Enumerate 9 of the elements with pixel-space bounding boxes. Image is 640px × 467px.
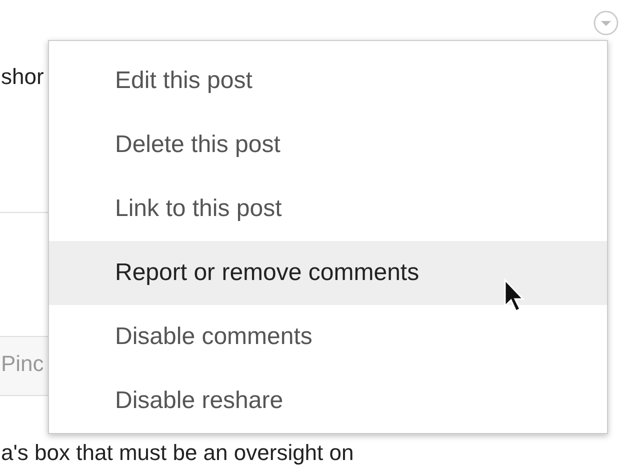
menu-item[interactable]: Disable reshare (49, 369, 607, 433)
menu-item[interactable]: Edit this post (49, 49, 607, 113)
menu-item[interactable]: Report or remove comments (49, 241, 607, 305)
menu-item[interactable]: Delete this post (49, 113, 607, 177)
dropdown-icon[interactable] (593, 10, 619, 36)
menu-item[interactable]: Link to this post (49, 177, 607, 241)
menu-item[interactable]: Disable comments (49, 305, 607, 369)
post-text: shor (1, 63, 44, 91)
post-text: a's box that must be an oversight on (1, 439, 354, 467)
